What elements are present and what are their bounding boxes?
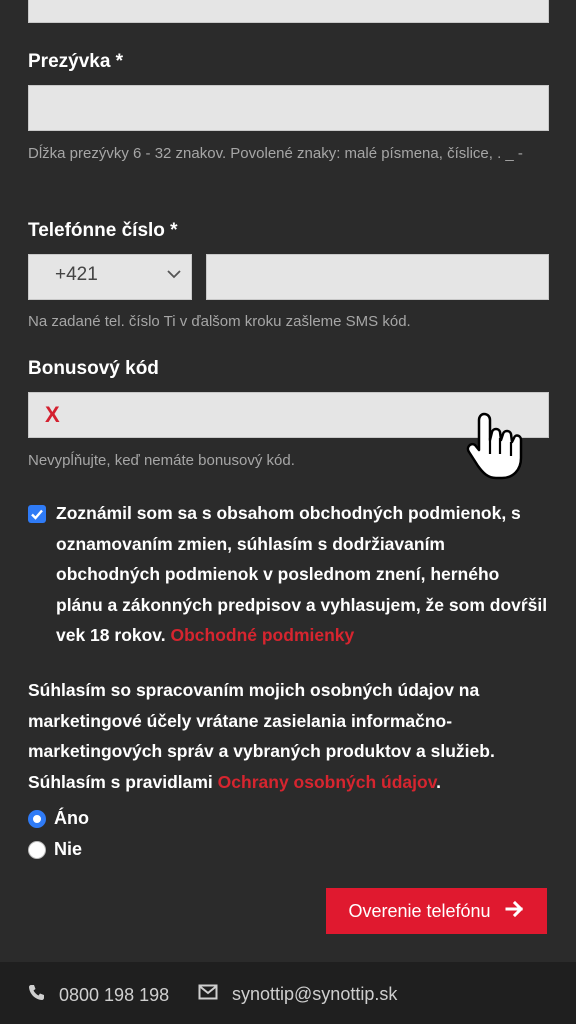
phone-label: Telefónne číslo * [28,220,178,241]
envelope-icon [198,984,218,1005]
radio-yes-button[interactable] [28,809,46,828]
radio-no-label: Nie [54,839,83,859]
hand-pointer-icon [466,410,534,487]
footer-phone[interactable]: 0800 198 198 [28,984,169,1006]
footer-email-text: synottip@synottip.sk [232,984,398,1004]
phone-hint: Na zadané tel. číslo Ti v ďalšom kroku z… [28,313,411,330]
phone-icon [28,984,45,1006]
phone-number-input[interactable] [206,254,549,300]
phone-prefix-select[interactable]: +421 [28,254,192,300]
nickname-label: Prezývka * [28,51,124,72]
verify-phone-button-label: Overenie telefónu [348,900,491,921]
terms-text: Zoznámil som sa s obsahom obchodných pod… [56,503,548,645]
radio-option-yes[interactable]: Áno [28,808,89,829]
previous-field-input[interactable] [28,0,549,23]
privacy-link[interactable]: Ochrany osobných údajov [218,772,436,792]
nickname-hint: Dĺžka prezývky 6 - 32 znakov. Povolené z… [28,145,523,162]
phone-prefix-value: +421 [55,264,98,285]
terms-text-block: Zoznámil som sa s obsahom obchodných pod… [56,498,548,651]
verify-phone-button[interactable]: Overenie telefónu [326,888,547,934]
radio-option-no[interactable]: Nie [28,839,82,860]
chevron-down-icon [165,265,183,288]
clear-x-icon[interactable]: X [45,402,60,428]
bonus-hint: Nevypĺňujte, keď nemáte bonusový kód. [28,452,295,469]
terms-link[interactable]: Obchodné podmienky [170,625,354,645]
nickname-input[interactable] [28,85,549,131]
arrow-right-icon [505,900,525,923]
footer-email[interactable]: synottip@synottip.sk [198,984,397,1005]
bonus-label: Bonusový kód [28,358,159,379]
radio-no-button[interactable] [28,840,46,859]
marketing-suffix: . [436,771,442,792]
radio-yes-label: Áno [54,808,89,828]
terms-checkbox[interactable] [28,505,46,523]
footer-phone-text: 0800 198 198 [59,984,170,1005]
footer: 0800 198 198 synottip@synottip.sk [0,962,576,1024]
marketing-text-block: Súhlasím so spracovaním mojich osobných … [28,675,558,797]
